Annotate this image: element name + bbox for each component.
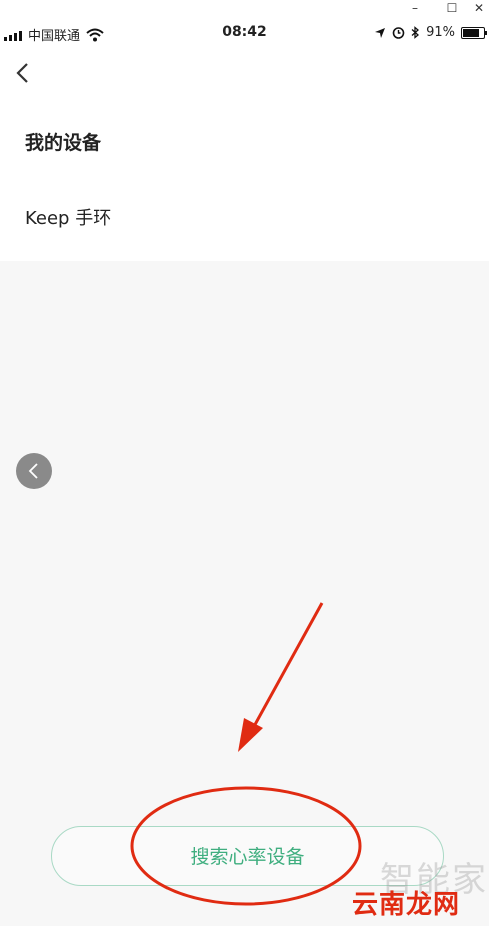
watermark-site: 云南龙网 <box>352 890 461 920</box>
battery-percent: 91% <box>426 25 455 40</box>
alarm-icon <box>392 27 405 39</box>
chevron-left-icon <box>28 463 38 479</box>
battery-icon <box>461 26 487 39</box>
device-header: 我的设备 Keep 手环 <box>0 48 489 261</box>
minimize-button[interactable]: – <box>400 0 430 18</box>
bluetooth-icon <box>411 26 420 39</box>
page-title: 我的设备 <box>25 132 102 154</box>
window-title-bar: – ☐ ✕ <box>0 0 489 20</box>
annotation-arrow-head <box>238 718 263 752</box>
maximize-button[interactable]: ☐ <box>437 0 467 18</box>
close-button[interactable]: ✕ <box>464 0 489 18</box>
chevron-left-icon <box>16 63 28 83</box>
location-icon <box>375 27 386 38</box>
status-bar: 中国联通 08:42 91% <box>0 20 489 48</box>
back-button[interactable] <box>8 58 38 88</box>
carousel-prev-button[interactable] <box>16 453 52 489</box>
device-list-item[interactable]: Keep 手环 <box>25 204 111 230</box>
annotation-arrow-line <box>250 602 324 731</box>
